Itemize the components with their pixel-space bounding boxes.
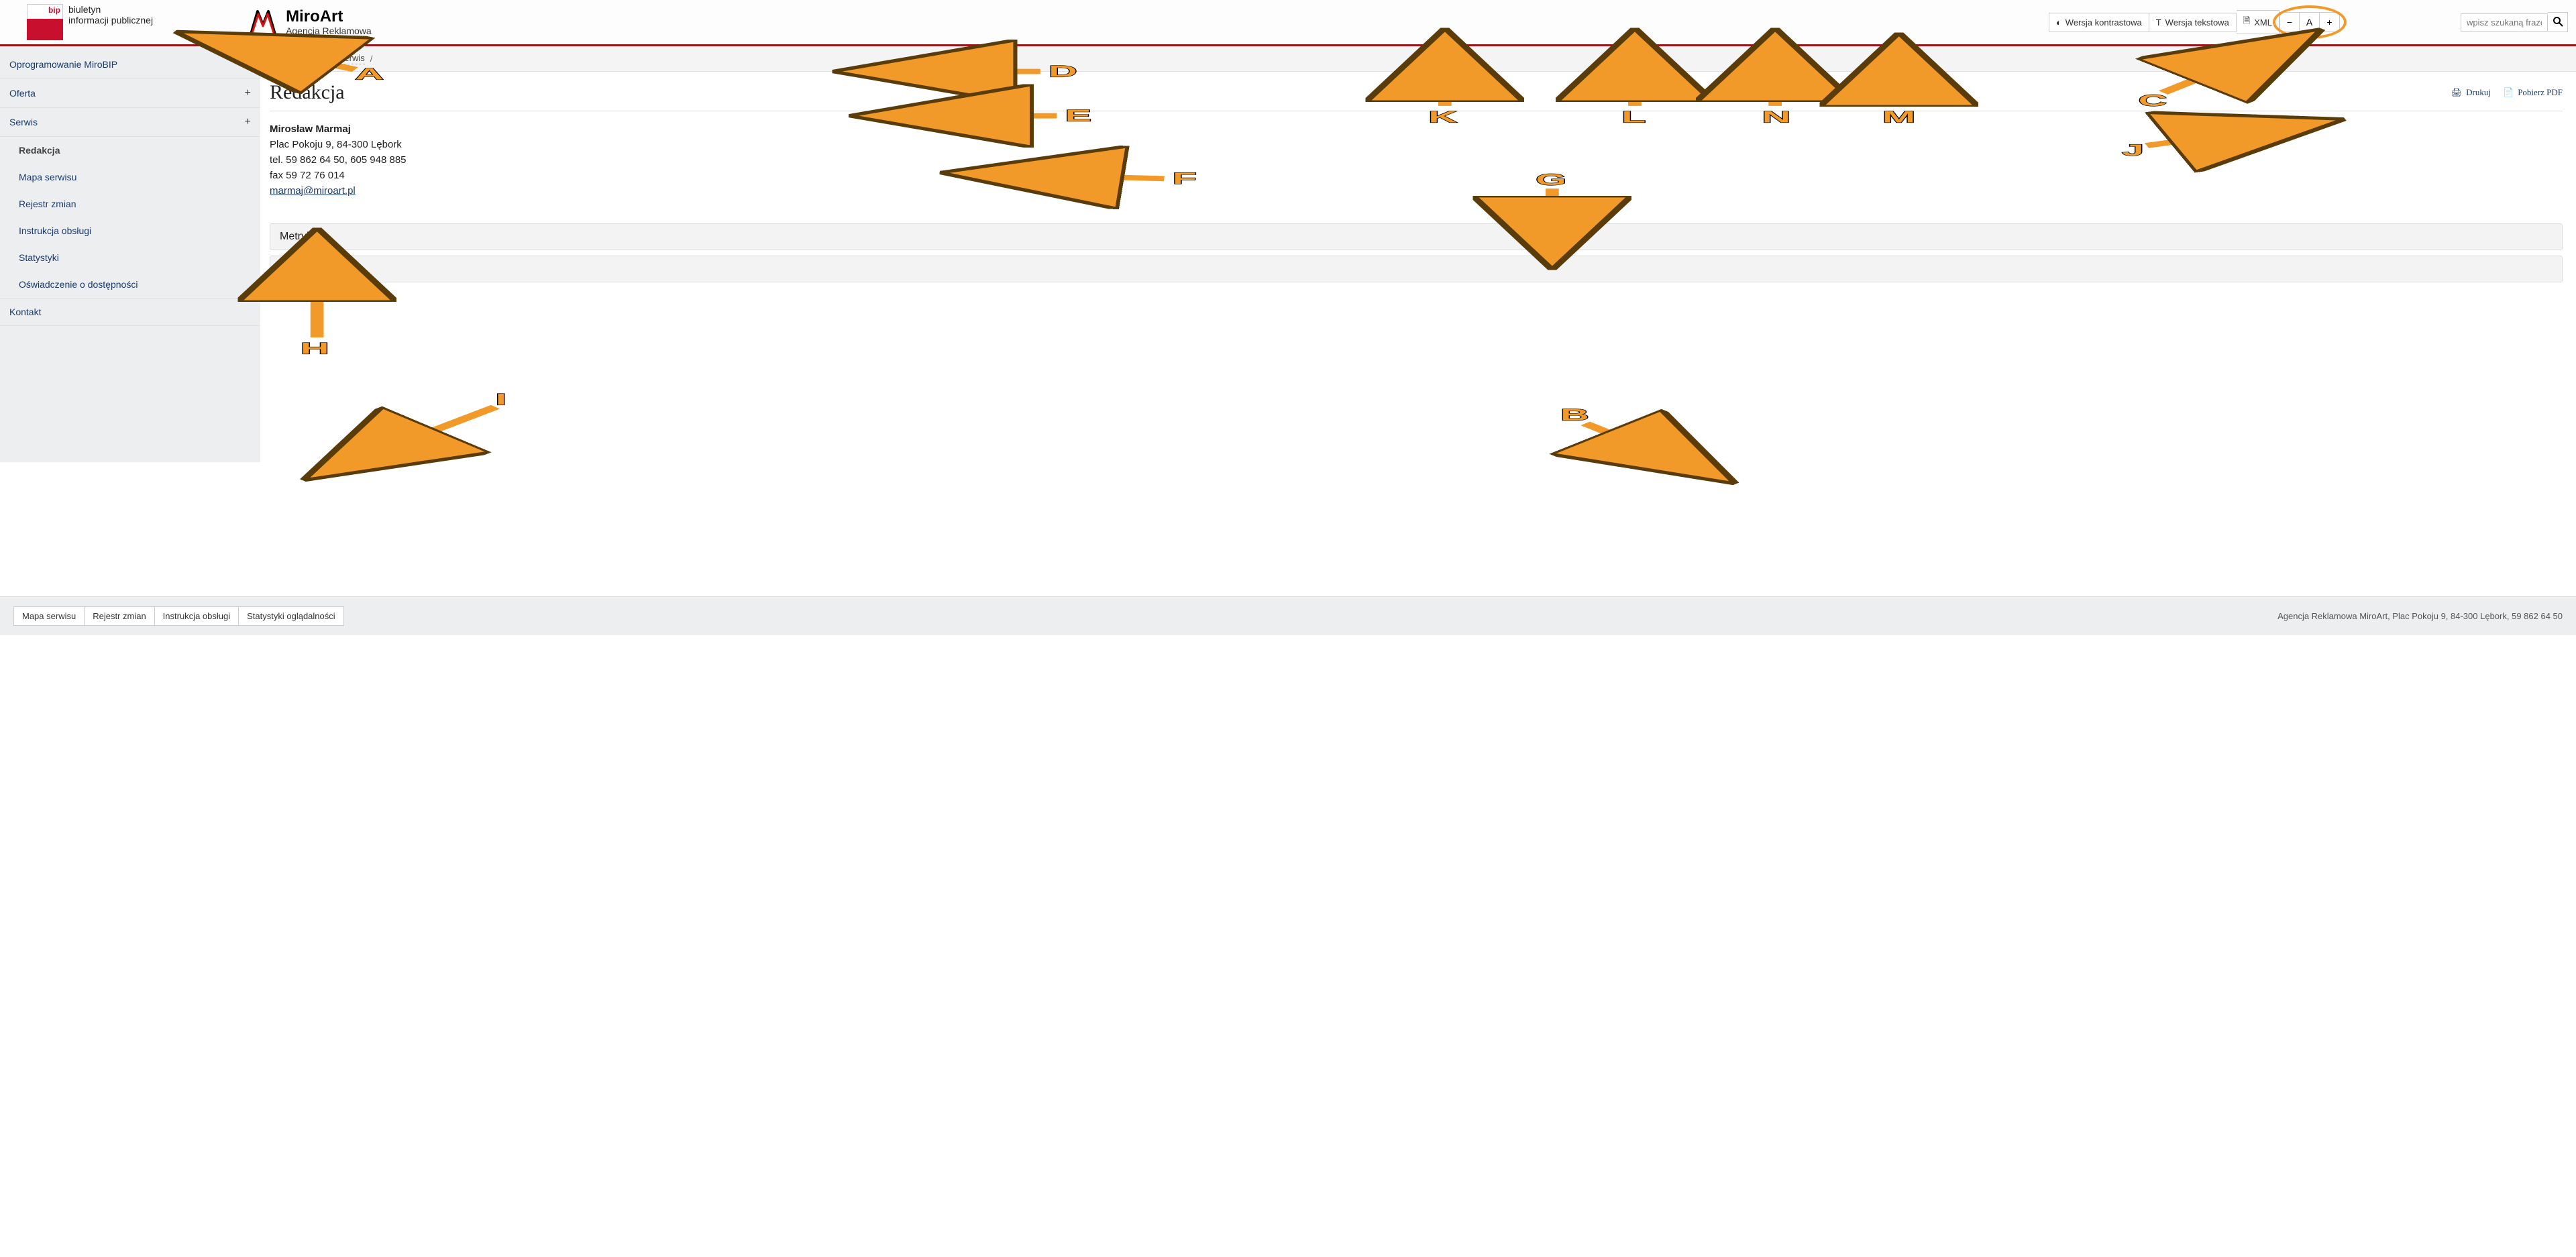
search-icon: [2553, 16, 2563, 29]
sidebar-item-label: Mapa serwisu: [19, 172, 76, 182]
breadcrumb-level1[interactable]: Serwis: [339, 53, 365, 64]
print-button[interactable]: 🖨 Drukuj: [2451, 87, 2491, 98]
search: [2461, 12, 2568, 32]
sidebar-item-label: Instrukcja obsługi: [19, 225, 91, 236]
footer-company: Agencja Reklamowa MiroArt, Plac Pokoju 9…: [2277, 611, 2563, 621]
textversion-label: Wersja tekstowa: [2165, 17, 2229, 28]
sidebar-item-label: Serwis: [9, 117, 38, 127]
sidebar: Oprogramowanie MiroBIP + Oferta + Serwis…: [0, 46, 260, 462]
footer-link-statystyki[interactable]: Statystyki oglądalności: [239, 606, 344, 626]
text-icon: T: [2156, 17, 2161, 28]
bip-line2: informacji publicznej: [68, 15, 153, 25]
print-icon: 🖨: [2451, 87, 2463, 98]
sidebar-sub-redakcja[interactable]: Redakcja: [0, 137, 260, 164]
miroart-title: MiroArt: [286, 8, 372, 25]
bip-logo[interactable]: bip biuletyn informacji publicznej: [27, 4, 153, 40]
footer-links: Mapa serwisu Rejestr zmian Instrukcja ob…: [13, 606, 344, 626]
contact-block: Mirosław Marmaj Plac Pokoju 9, 84-300 Lę…: [270, 123, 2563, 197]
xml-button[interactable]: 🗎 XML: [2237, 10, 2279, 34]
main: Oprogramowanie MiroBIP + Oferta + Serwis…: [0, 46, 2576, 462]
pdf-icon: 📄: [2503, 87, 2514, 98]
page-title-row: Redakcja 🖨 Drukuj 📄 Pobierz PDF: [270, 81, 2563, 111]
contact-name: Mirosław Marmaj: [270, 123, 2563, 135]
sidebar-item-label: Statystyki: [19, 252, 59, 263]
miroart-icon: [247, 6, 279, 38]
bip-flag-icon: bip: [27, 4, 63, 40]
search-input[interactable]: [2461, 13, 2548, 32]
miroart-name: MiroArt Agencja Reklamowa: [286, 8, 372, 36]
footer: Mapa serwisu Rejestr zmian Instrukcja ob…: [0, 596, 2576, 635]
sidebar-sub-rejestr[interactable]: Rejestr zmian: [0, 190, 260, 217]
miroart-subtitle: Agencja Reklamowa: [286, 26, 372, 36]
textversion-button[interactable]: T Wersja tekstowa: [2149, 13, 2237, 32]
footer-link-mapa[interactable]: Mapa serwisu: [13, 606, 85, 626]
breadcrumb-sep: /: [370, 54, 373, 64]
sidebar-item-label: Redakcja: [19, 145, 60, 156]
fontsize-group: − A +: [2279, 12, 2340, 32]
breadcrumb: Strona główna / Serwis /: [260, 46, 2576, 72]
content: Strona główna / Serwis / Redakcja 🖨 Druk…: [260, 46, 2576, 462]
page-actions: 🖨 Drukuj 📄 Pobierz PDF: [2451, 87, 2563, 98]
sidebar-sub-mapa[interactable]: Mapa serwisu: [0, 164, 260, 190]
miroart-logo[interactable]: MiroArt Agencja Reklamowa: [247, 6, 372, 38]
pdf-label: Pobierz PDF: [2518, 87, 2563, 98]
topbar-tools: ◐ Wersja kontrastowa T Wersja tekstowa 🗎…: [2049, 10, 2340, 34]
panel-label: Metryka: [280, 231, 318, 242]
sidebar-item-label: Oferta: [9, 88, 36, 99]
sidebar-item-label: Oprogramowanie MiroBIP: [9, 59, 117, 70]
contact-fax: fax 59 72 76 014: [270, 170, 2563, 181]
sidebar-item-kontakt[interactable]: Kontakt: [0, 298, 260, 326]
panel-historia[interactable]: Historia Zmian: [270, 256, 2563, 282]
sidebar-sub-oswiadczenie[interactable]: Oświadczenie o dostępności: [0, 271, 260, 298]
sidebar-item-oprogramowanie[interactable]: Oprogramowanie MiroBIP +: [0, 50, 260, 79]
sidebar-sub-instrukcja[interactable]: Instrukcja obsługi: [0, 217, 260, 244]
footer-link-rejestr[interactable]: Rejestr zmian: [85, 606, 154, 626]
breadcrumb-home[interactable]: Strona główna: [270, 53, 325, 64]
contrast-button[interactable]: ◐ Wersja kontrastowa: [2049, 13, 2149, 32]
contact-email[interactable]: marmaj@miroart.pl: [270, 185, 356, 197]
breadcrumb-sep: /: [331, 54, 333, 64]
sidebar-sub-statystyki[interactable]: Statystyki: [0, 244, 260, 271]
expand-icon: +: [245, 116, 251, 128]
panel-label: Historia Zmian: [280, 263, 349, 274]
search-button[interactable]: [2548, 12, 2568, 32]
bip-line1: biuletyn: [68, 4, 153, 15]
panel-metryka[interactable]: Metryka: [270, 223, 2563, 250]
sidebar-item-label: Oświadczenie o dostępności: [19, 279, 138, 290]
xml-icon: 🗎: [2243, 15, 2250, 30]
contrast-icon: ◐: [2056, 17, 2061, 28]
font-decrease-button[interactable]: −: [2279, 12, 2300, 32]
expand-icon: +: [245, 58, 251, 70]
contrast-label: Wersja kontrastowa: [2065, 17, 2142, 28]
font-increase-button[interactable]: +: [2320, 12, 2340, 32]
topbar: bip biuletyn informacji publicznej MiroA…: [0, 0, 2576, 46]
sidebar-item-oferta[interactable]: Oferta +: [0, 79, 260, 108]
xml-label: XML: [2254, 17, 2272, 28]
print-label: Drukuj: [2466, 87, 2491, 98]
bip-word: bip: [48, 5, 60, 15]
pdf-button[interactable]: 📄 Pobierz PDF: [2503, 87, 2563, 98]
contact-address: Plac Pokoju 9, 84-300 Lębork: [270, 139, 2563, 150]
sidebar-item-label: Rejestr zmian: [19, 199, 76, 209]
bip-text: biuletyn informacji publicznej: [68, 4, 153, 25]
sidebar-item-serwis[interactable]: Serwis +: [0, 108, 260, 137]
contact-tel: tel. 59 862 64 50, 605 948 885: [270, 154, 2563, 166]
page-title: Redakcja: [270, 81, 345, 104]
expand-icon: +: [245, 87, 251, 99]
sidebar-item-label: Kontakt: [9, 307, 41, 317]
font-default-button[interactable]: A: [2300, 12, 2320, 32]
footer-link-instrukcja[interactable]: Instrukcja obsługi: [155, 606, 239, 626]
